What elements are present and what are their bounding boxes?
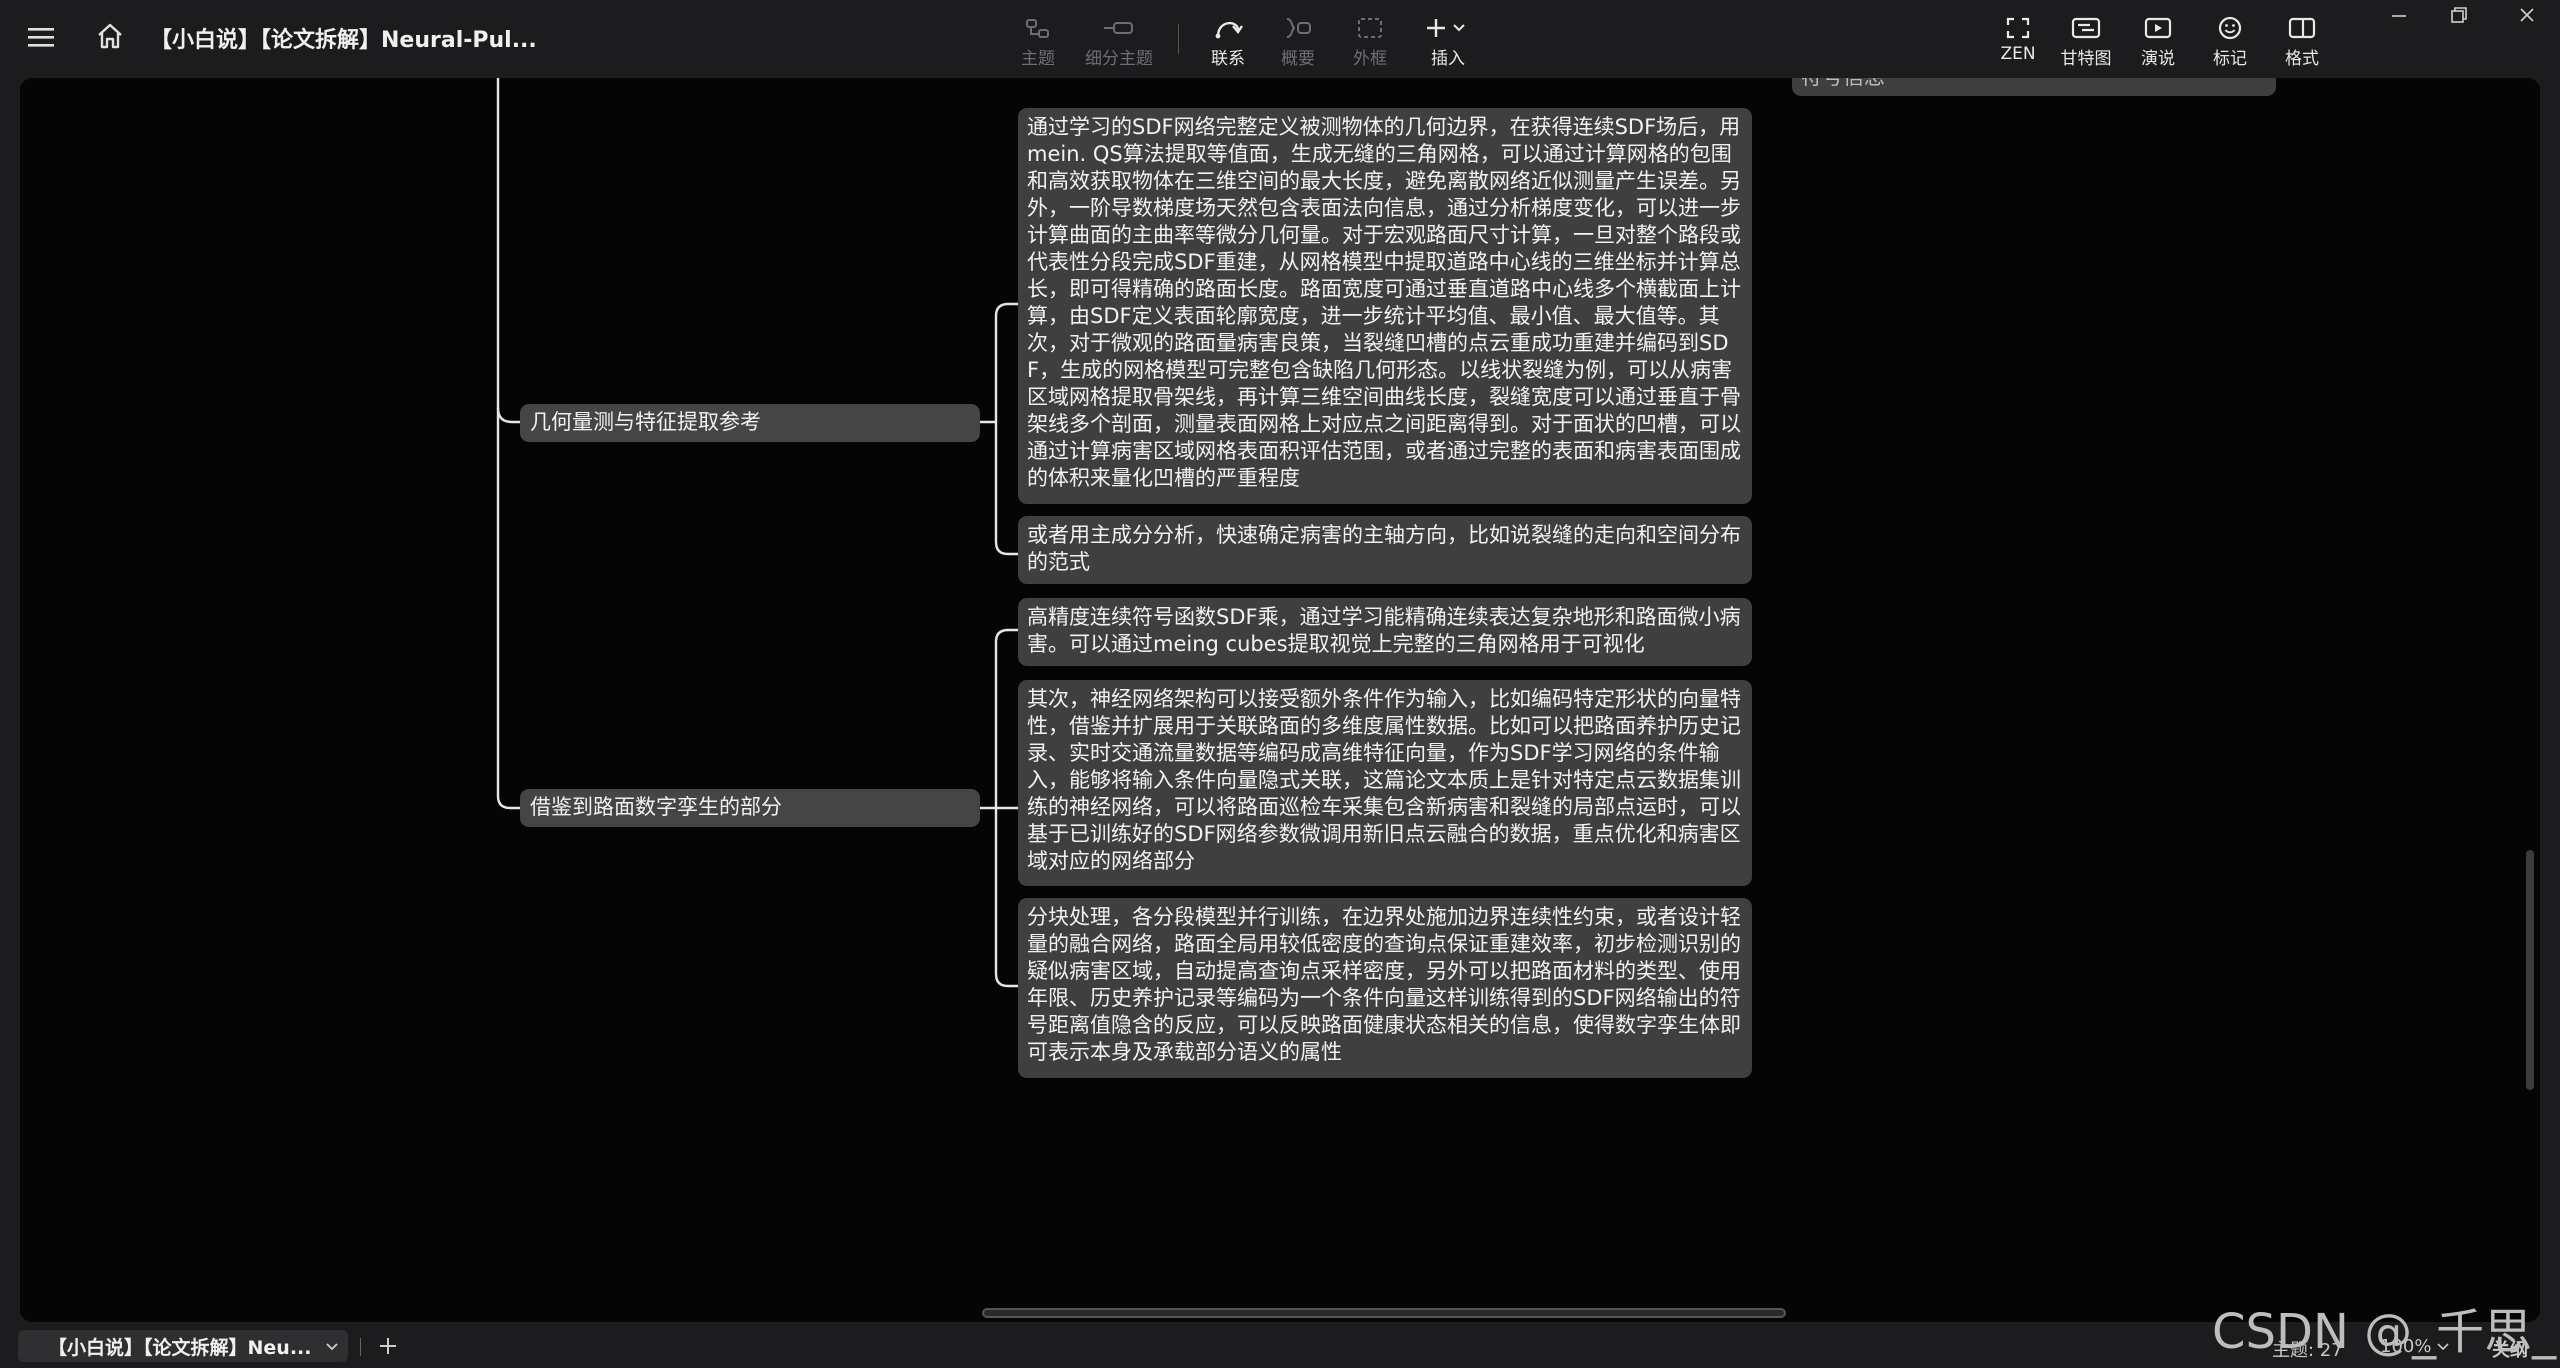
leaf-node[interactable]: 高精度连续符号函数SDF乘，通过学习能精确连续表达复杂地形和路面微小病害。可以通… [1018, 598, 1752, 666]
document-title: 【小白说】【论文拆解】Neural-Pul... [150, 28, 537, 53]
leaf-node[interactable]: 或者用主成分分析，快速确定病害的主轴方向，比如说裂缝的走向和空间分布的范式 [1018, 516, 1752, 584]
insert-label: 插入 [1431, 49, 1465, 69]
branch-label: 几何量测与特征提取参考 [530, 410, 761, 434]
home-icon[interactable] [96, 22, 124, 50]
insert-button[interactable]: 插入 [1418, 12, 1478, 69]
plus-chevron-icon [1424, 12, 1472, 44]
leaf-text: 通过学习的SDF网络完整定义被测物体的几何边界，在获得连续SDF场后，用mein… [1027, 115, 1741, 490]
subtopic-label: 细分主题 [1085, 49, 1153, 69]
document-tab[interactable]: 【小白说】【论文拆解】Neu... [18, 1330, 348, 1362]
smiley-icon [2217, 12, 2243, 44]
leaf-text: 或者用主成分分析，快速确定病害的主轴方向，比如说裂缝的走向和空间分布的范式 [1027, 523, 1741, 574]
watermark: CSDN @_千思_ [2212, 1304, 2557, 1360]
chevron-down-icon[interactable] [324, 1339, 340, 1355]
leaf-node[interactable]: 分块处理，各分段模型并行训练，在边界处施加边界连续性约束，或者设计轻量的融合网络… [1018, 898, 1752, 1078]
bottom-bar: 【小白说】【论文拆解】Neu... 主题: 27 100% 关纲 [0, 1324, 2560, 1368]
relation-icon [1213, 12, 1243, 44]
topic-label: 主题 [1021, 49, 1055, 69]
gantt-label: 甘特图 [2060, 49, 2112, 69]
play-icon [2144, 12, 2172, 44]
boundary-label: 外框 [1353, 49, 1387, 69]
top-fragment-node[interactable]: 符号信息 [1792, 78, 2276, 96]
branch-node-digital-twin[interactable]: 借鉴到路面数字孪生的部分 [520, 789, 980, 827]
marker-button[interactable]: 标记 [2202, 12, 2258, 69]
present-label: 演说 [2141, 49, 2175, 69]
mindmap-canvas[interactable]: 符号信息 几何量测与特征提取参考 通过学习的SDF网络完整定义被测物体的几何边界… [20, 78, 2540, 1322]
leaf-node[interactable]: 通过学习的SDF网络完整定义被测物体的几何边界，在获得连续SDF场后，用mein… [1018, 108, 1752, 504]
summary-icon [1283, 12, 1313, 44]
subtopic-icon [1102, 12, 1136, 44]
zen-button[interactable]: ZEN [1990, 12, 2046, 64]
top-toolbar: 【小白说】【论文拆解】Neural-Pul... 主题 细分主题 联系 概要 外… [0, 0, 2560, 78]
summary-label: 概要 [1281, 49, 1315, 69]
leaf-text: 高精度连续符号函数SDF乘，通过学习能精确连续表达复杂地形和路面微小病害。可以通… [1027, 605, 1741, 656]
close-icon[interactable] [2512, 2, 2542, 28]
present-button[interactable]: 演说 [2130, 12, 2186, 69]
branch-node-geometry[interactable]: 几何量测与特征提取参考 [520, 404, 980, 442]
horizontal-scrollbar[interactable] [982, 1308, 1786, 1318]
panel-icon [2288, 12, 2316, 44]
boundary-button[interactable]: 外框 [1342, 12, 1398, 69]
vertical-scrollbar[interactable] [2526, 850, 2534, 1090]
leaf-node[interactable]: 其次，神经网络架构可以接受额外条件作为输入，比如编码特定形状的向量特性，借鉴并扩… [1018, 680, 1752, 886]
top-fragment-text: 符号信息 [1801, 78, 1885, 89]
gantt-icon [2071, 12, 2101, 44]
format-button[interactable]: 格式 [2274, 12, 2330, 69]
marker-label: 标记 [2213, 49, 2247, 69]
relation-button[interactable]: 联系 [1200, 12, 1256, 69]
relation-label: 联系 [1211, 49, 1245, 69]
menu-icon[interactable] [28, 26, 54, 48]
tab-divider [360, 1338, 361, 1356]
gantt-button[interactable]: 甘特图 [2056, 12, 2116, 69]
tab-label: 【小白说】【论文拆解】Neu... [48, 1336, 312, 1359]
topic-icon [1025, 12, 1051, 44]
minimize-icon[interactable] [2384, 2, 2414, 28]
toolbar-divider [1178, 24, 1179, 54]
leaf-text: 其次，神经网络架构可以接受额外条件作为输入，比如编码特定形状的向量特性，借鉴并扩… [1027, 687, 1741, 873]
restore-icon[interactable] [2444, 2, 2474, 28]
format-label: 格式 [2285, 49, 2319, 69]
topic-button[interactable]: 主题 [1010, 12, 1066, 69]
branch-label: 借鉴到路面数字孪生的部分 [530, 795, 782, 819]
zen-label: ZEN [2000, 44, 2036, 64]
subtopic-button[interactable]: 细分主题 [1082, 12, 1156, 69]
leaf-text: 分块处理，各分段模型并行训练，在边界处施加边界连续性约束，或者设计轻量的融合网络… [1027, 905, 1741, 1064]
summary-button[interactable]: 概要 [1270, 12, 1326, 69]
fullscreen-icon [2005, 12, 2031, 44]
add-tab-icon[interactable] [378, 1336, 398, 1356]
boundary-icon [1356, 12, 1384, 44]
